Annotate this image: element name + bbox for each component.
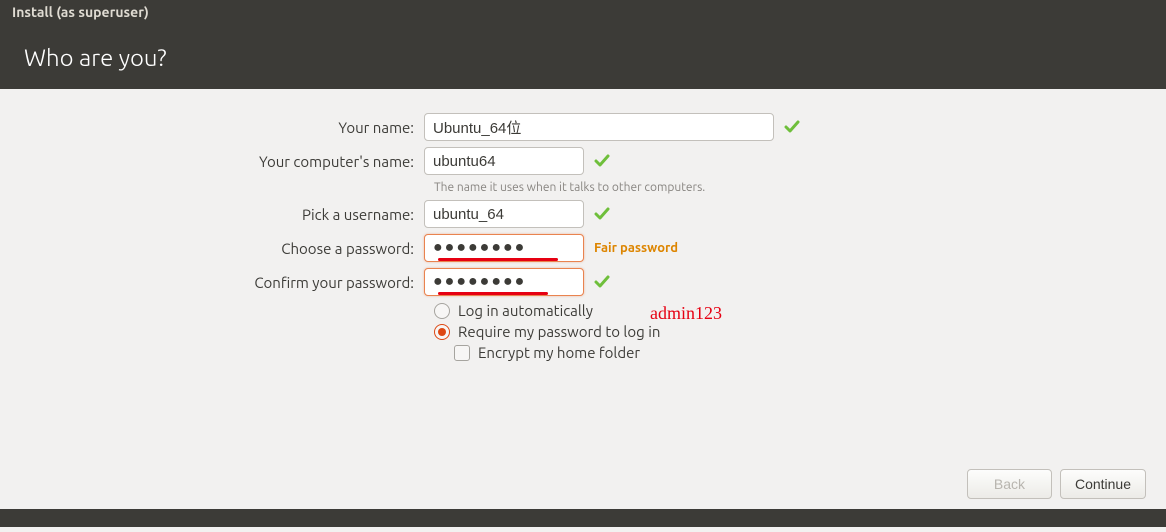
window-titlebar: Install (as superuser) xyxy=(0,0,1166,28)
row-computer-hint: The name it uses when it talks to other … xyxy=(24,181,1142,194)
label-your-name: Your name: xyxy=(24,119,424,136)
annotation-underline xyxy=(438,292,548,295)
check-icon xyxy=(784,119,800,135)
checkbox-icon xyxy=(454,345,470,361)
row-username: Pick a username: xyxy=(24,200,1142,228)
form-area: Your name: Your computer's name: The nam… xyxy=(0,89,1166,459)
input-your-name[interactable] xyxy=(424,113,774,141)
bottom-bar xyxy=(0,509,1166,527)
annotation-text: admin123 xyxy=(650,303,722,324)
radio-icon xyxy=(434,324,450,340)
row-confirm: Confirm your password: xyxy=(24,268,1142,296)
radio-require-password[interactable]: Require my password to log in xyxy=(434,323,1142,340)
radio-label: Require my password to log in xyxy=(458,323,660,340)
back-button[interactable]: Back xyxy=(967,469,1052,499)
label-username: Pick a username: xyxy=(24,206,424,223)
check-icon xyxy=(594,274,610,290)
checkbox-label: Encrypt my home folder xyxy=(478,344,640,361)
footer-buttons: Back Continue xyxy=(0,459,1166,509)
radio-login-auto[interactable]: Log in automatically xyxy=(434,302,1142,319)
annotation-underline xyxy=(438,258,558,261)
page-header: Who are you? xyxy=(0,28,1166,89)
hint-computer-name: The name it uses when it talks to other … xyxy=(434,181,705,194)
radio-icon xyxy=(434,303,450,319)
continue-button[interactable]: Continue xyxy=(1060,469,1146,499)
password-strength: Fair password xyxy=(594,241,678,255)
input-computer-name[interactable] xyxy=(424,147,584,175)
label-computer-name: Your computer's name: xyxy=(24,153,424,170)
page-heading: Who are you? xyxy=(24,44,167,71)
check-icon xyxy=(594,206,610,222)
checkbox-encrypt-home[interactable]: Encrypt my home folder xyxy=(434,344,1142,361)
input-username[interactable] xyxy=(424,200,584,228)
check-icon xyxy=(594,153,610,169)
label-confirm: Confirm your password: xyxy=(24,274,424,291)
label-password: Choose a password: xyxy=(24,240,424,257)
row-computer-name: Your computer's name: xyxy=(24,147,1142,175)
radio-label: Log in automatically xyxy=(458,302,593,319)
window-title: Install (as superuser) xyxy=(12,4,149,20)
row-your-name: Your name: xyxy=(24,113,1142,141)
row-password: Choose a password: Fair password xyxy=(24,234,1142,262)
